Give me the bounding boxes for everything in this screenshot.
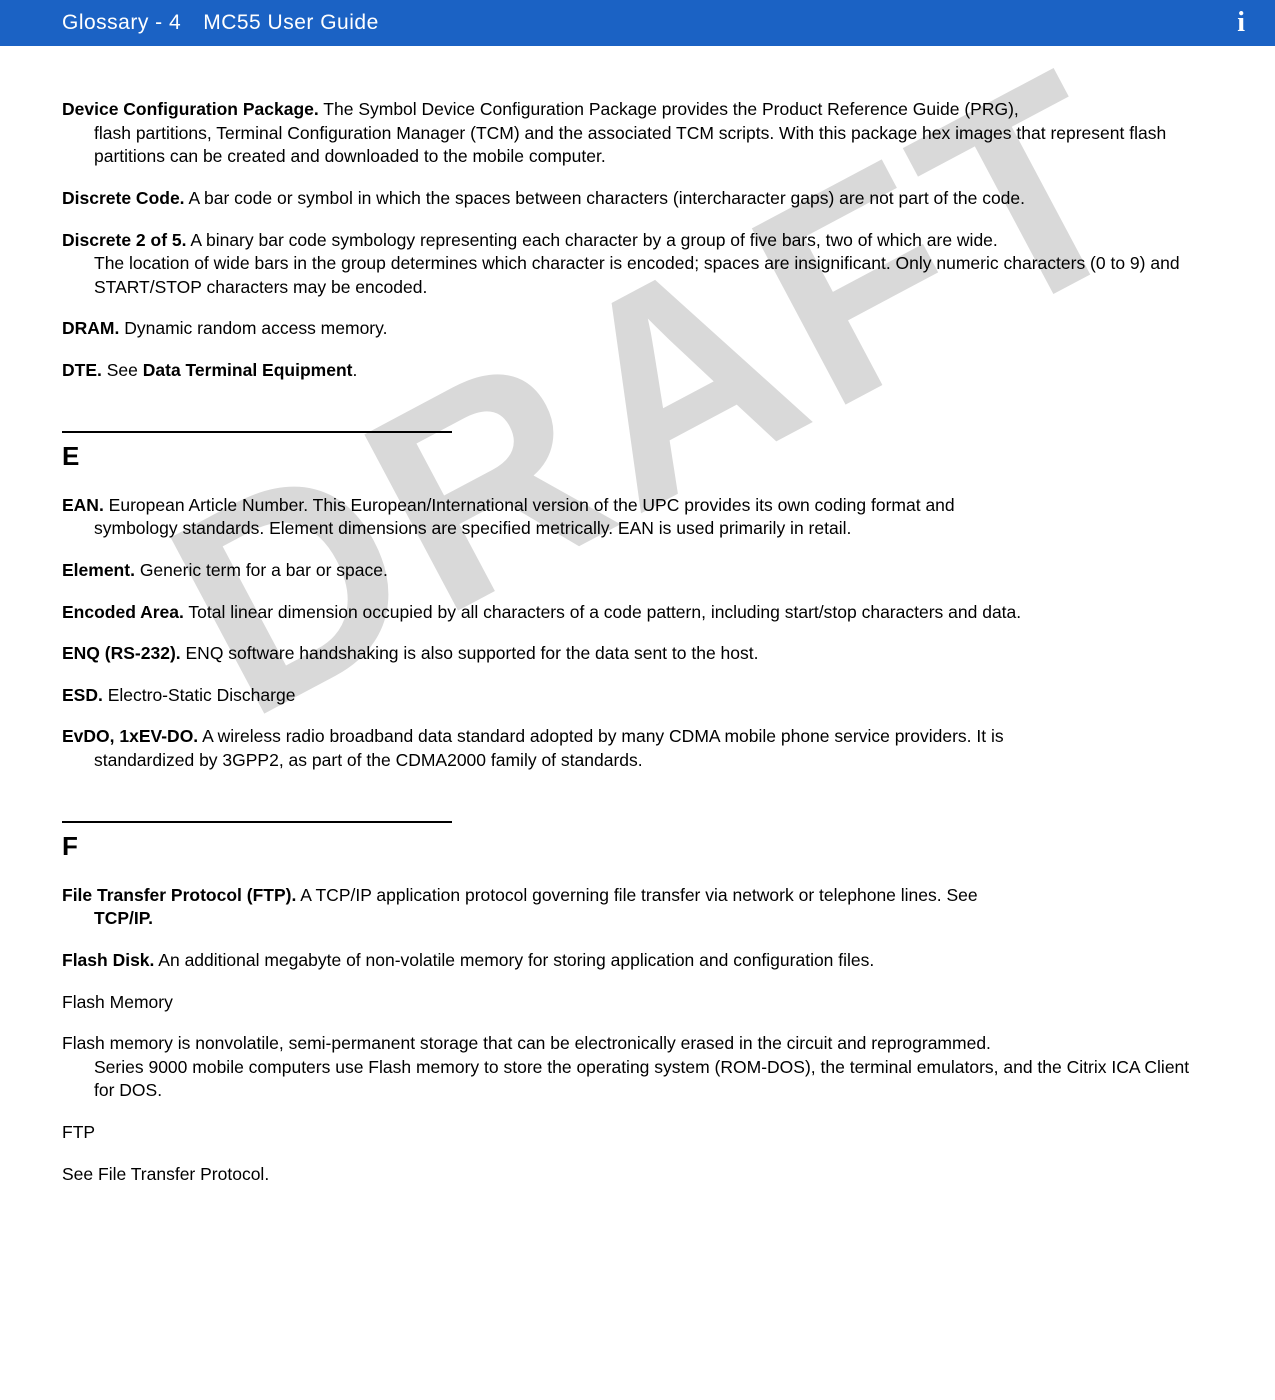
term: EAN. [62, 495, 104, 515]
definition-first: The Symbol Device Configuration Package … [319, 99, 1019, 119]
entry-discrete-code: Discrete Code. A bar code or symbol in w… [62, 187, 1213, 211]
definition-cont: The location of wide bars in the group d… [62, 252, 1213, 299]
term: ESD. [62, 685, 103, 705]
glossary-body: Device Configuration Package. The Symbol… [62, 98, 1213, 1186]
entry-dte: DTE. See Data Terminal Equipment. [62, 359, 1213, 383]
definition: Generic term for a bar or space. [135, 560, 388, 580]
term: File Transfer Protocol (FTP). [62, 885, 296, 905]
entry-encoded-area: Encoded Area. Total linear dimension occ… [62, 601, 1213, 625]
definition-cont: flash partitions, Terminal Configuration… [62, 122, 1213, 169]
entry-discrete-2-of-5: Discrete 2 of 5. A binary bar code symbo… [62, 229, 1213, 300]
entry-evdo: EvDO, 1xEV-DO. A wireless radio broadban… [62, 725, 1213, 772]
definition-ref: File Transfer Protocol [98, 1164, 264, 1184]
definition-post: . [264, 1164, 269, 1184]
definition-ref: Data Terminal Equipment [143, 360, 353, 380]
entry-esd: ESD. Electro-Static Discharge [62, 684, 1213, 708]
definition-cont: standardized by 3GPP2, as part of the CD… [62, 749, 1213, 773]
definition-first: European Article Number. This European/I… [104, 495, 955, 515]
header-corner-mark: i [1237, 7, 1245, 39]
term: EvDO, 1xEV-DO. [62, 726, 198, 746]
definition-first: A wireless radio broadband data standard… [198, 726, 1003, 746]
definition-post: . [352, 360, 357, 380]
definition: ENQ software handshaking is also support… [181, 643, 759, 663]
entry-flash-disk: Flash Disk. An additional megabyte of no… [62, 949, 1213, 973]
section-letter-f: F [62, 831, 1213, 862]
header-guide-title: MC55 User Guide [203, 11, 379, 35]
header-page-ref: Glossary - 4 [62, 11, 181, 35]
page-content: DRAFT Device Configuration Package. The … [0, 46, 1275, 1186]
definition-cont: Series 9000 mobile computers use Flash m… [62, 1056, 1213, 1103]
entry-flash-memory-heading: Flash Memory [62, 991, 1213, 1015]
entry-ftp-heading: FTP [62, 1121, 1213, 1145]
term: Discrete Code. [62, 188, 185, 208]
term: Encoded Area. [62, 602, 184, 622]
definition: Total linear dimension occupied by all c… [184, 602, 1021, 622]
page-header: Glossary - 4 MC55 User Guide i [0, 0, 1275, 46]
definition-pre: See [62, 1164, 98, 1184]
section-divider [62, 821, 452, 823]
definition-cont: symbology standards. Element dimensions … [62, 517, 1213, 541]
definition: Dynamic random access memory. [119, 318, 387, 338]
entry-ean: EAN. European Article Number. This Europ… [62, 494, 1213, 541]
term: Discrete 2 of 5. [62, 230, 187, 250]
entry-enq: ENQ (RS-232). ENQ software handshaking i… [62, 642, 1213, 666]
definition-first: A TCP/IP application protocol governing … [296, 885, 977, 905]
entry-ftp-ref: See File Transfer Protocol. [62, 1163, 1213, 1187]
term: Device Configuration Package. [62, 99, 319, 119]
term: DRAM. [62, 318, 119, 338]
definition-first: Flash memory is nonvolatile, semi-perman… [62, 1033, 991, 1053]
definition-cont-ref: TCP/IP. [62, 907, 1213, 931]
term: Flash Disk. [62, 950, 154, 970]
entry-file-transfer-protocol: File Transfer Protocol (FTP). A TCP/IP a… [62, 884, 1213, 931]
entry-element: Element. Generic term for a bar or space… [62, 559, 1213, 583]
entry-device-configuration-package: Device Configuration Package. The Symbol… [62, 98, 1213, 169]
section-letter-e: E [62, 441, 1213, 472]
header-left: Glossary - 4 MC55 User Guide [62, 11, 379, 35]
definition-pre: See [102, 360, 143, 380]
section-divider [62, 431, 452, 433]
definition: A bar code or symbol in which the spaces… [185, 188, 1025, 208]
definition: An additional megabyte of non-volatile m… [154, 950, 874, 970]
definition: Electro-Static Discharge [103, 685, 296, 705]
entry-flash-memory-body: Flash memory is nonvolatile, semi-perman… [62, 1032, 1213, 1103]
term: ENQ (RS-232). [62, 643, 181, 663]
definition-first: A binary bar code symbology representing… [187, 230, 998, 250]
term: Element. [62, 560, 135, 580]
entry-dram: DRAM. Dynamic random access memory. [62, 317, 1213, 341]
term: DTE. [62, 360, 102, 380]
